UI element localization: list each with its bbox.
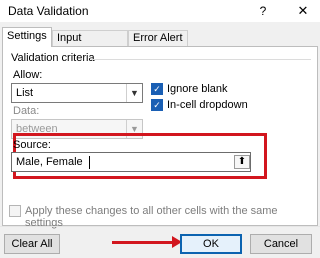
title-bar: Data Validation ? ✕	[0, 0, 320, 22]
tab-strip: Settings Input Message Error Alert	[0, 26, 320, 59]
in-cell-dropdown-checkbox[interactable]: ✓	[151, 99, 163, 111]
allow-value: List	[16, 87, 34, 99]
tab-input-message[interactable]: Input Message	[52, 30, 128, 59]
help-button[interactable]: ?	[254, 2, 272, 20]
annotation-arrow-shaft	[112, 241, 174, 244]
apply-all-checkbox[interactable]	[9, 205, 21, 217]
clear-all-button[interactable]: Clear All	[4, 234, 60, 254]
allow-label: Allow:	[13, 69, 43, 81]
footer-divider	[0, 226, 320, 227]
data-validation-dialog: Data Validation ? ✕ Settings Input Messa…	[0, 0, 320, 258]
allow-dropdown[interactable]: List ▼	[11, 83, 143, 103]
in-cell-dropdown-label: In-cell dropdown	[167, 99, 248, 111]
window-title: Data Validation	[8, 4, 89, 18]
ok-button[interactable]: OK	[180, 234, 242, 254]
validation-criteria-heading: Validation criteria	[11, 52, 95, 64]
settings-panel: Validation criteria Allow: List ▼ ✓ Igno…	[2, 46, 318, 229]
ignore-blank-label: Ignore blank	[167, 83, 228, 95]
cancel-button[interactable]: Cancel	[250, 234, 312, 254]
close-button[interactable]: ✕	[294, 2, 312, 20]
range-select-icon[interactable]: ⬆	[234, 155, 250, 169]
ignore-blank-checkbox[interactable]: ✓	[151, 83, 163, 95]
text-cursor	[89, 156, 90, 169]
source-value: Male, Female	[16, 156, 83, 168]
tab-settings[interactable]: Settings	[2, 27, 52, 47]
source-input[interactable]: Male, Female ⬆	[11, 152, 251, 172]
chevron-down-icon[interactable]: ▼	[126, 84, 142, 102]
data-label: Data:	[13, 105, 40, 117]
tab-error-alert[interactable]: Error Alert	[128, 30, 188, 46]
source-label: Source:	[13, 139, 51, 151]
heading-divider	[91, 59, 311, 60]
